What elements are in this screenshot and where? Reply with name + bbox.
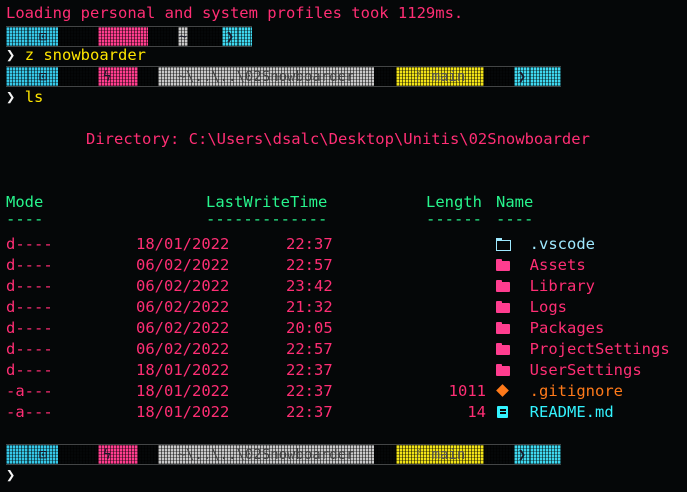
entry-date: 06/02/2022 (136, 319, 230, 337)
entry-name-cell[interactable]: UserSettings (496, 360, 642, 381)
entry-length (426, 360, 486, 381)
prompt-chevron-icon: ❯ (6, 466, 16, 484)
chevron-right-icon: ❯ (222, 27, 238, 46)
terminal-icon: ⊡ (28, 445, 58, 464)
chevron-right-icon: ❯ (514, 67, 530, 86)
entry-name: Assets (529, 256, 586, 274)
folder-code-icon (496, 238, 511, 251)
git-branch-icon: ᚠ (414, 446, 424, 463)
entry-date: 06/02/2022 (136, 256, 230, 274)
entry-date: 18/01/2022 (136, 361, 230, 379)
entry-name: UserSettings (529, 361, 642, 379)
entry-mode: d---- (6, 340, 53, 358)
entry-time: 22:37 (286, 382, 333, 400)
entry-length (426, 318, 486, 339)
command-line-2: ❯ ls (6, 87, 43, 108)
entry-name-cell[interactable]: .gitignore (496, 381, 623, 402)
git-branch-name: main (431, 446, 466, 463)
bolt-icon: ϟ (98, 67, 116, 86)
book-icon (496, 406, 511, 418)
entry-name-cell[interactable]: Packages (496, 318, 604, 339)
entry-mode: d---- (6, 319, 53, 337)
entry-name: Library (529, 277, 595, 295)
entry-date: 18/01/2022 (136, 235, 230, 253)
entry-name: .vscode (529, 235, 595, 253)
command-text: z snowboarder (24, 46, 147, 64)
entry-mode: d---- (6, 298, 53, 316)
folder-icon (496, 343, 511, 355)
header-length-underline: ------ (426, 210, 482, 228)
diamond-icon (496, 385, 511, 397)
entry-name: .gitignore (529, 382, 623, 400)
header-lastwritetime-underline: ------------- (206, 210, 328, 228)
terminal-icon: ⊡ (28, 27, 58, 46)
profile-load-message: Loading personal and system profiles too… (6, 4, 464, 22)
entry-date: 18/01/2022 (136, 403, 230, 421)
input-line[interactable]: ❯ (6, 465, 15, 486)
entry-length (426, 297, 486, 318)
entry-time: 20:05 (286, 319, 333, 337)
entry-name: ProjectSettings (529, 340, 670, 358)
entry-name-cell[interactable]: README.md (496, 402, 614, 423)
entry-time: 22:37 (286, 403, 333, 421)
folder-icon (496, 259, 511, 271)
directory-label: Directory: C:\Users\dsalc\Desktop\Unitis… (86, 130, 590, 148)
entry-name: Logs (529, 298, 567, 316)
entry-mode: -a--- (6, 403, 53, 421)
entry-mode: d---- (6, 235, 53, 253)
entry-date: 18/01/2022 (136, 382, 230, 400)
entry-date: 06/02/2022 (136, 277, 230, 295)
entry-mode: d---- (6, 361, 53, 379)
terminal-icon: ⊡ (28, 67, 58, 86)
entry-mode: d---- (6, 277, 53, 295)
folder-icon (496, 301, 511, 313)
folder-icon (496, 280, 511, 292)
git-branch-segment: ᚠ main (396, 445, 484, 464)
entry-length (426, 255, 486, 276)
entry-length: 1011 (448, 382, 486, 400)
folder-icon (496, 364, 511, 376)
entry-date: 06/02/2022 (136, 340, 230, 358)
prompt-chevron-icon: ❯ (6, 46, 16, 64)
entry-mode: d---- (6, 256, 53, 274)
entry-length: 14 (467, 403, 486, 421)
entry-name-cell[interactable]: ProjectSettings (496, 339, 670, 360)
entry-name-cell[interactable]: .vscode (496, 234, 595, 255)
terminal-window[interactable]: Loading personal and system profiles too… (0, 0, 687, 492)
entry-time: 22:37 (286, 235, 333, 253)
path-segment: ~\..\..\02Snowboarder (158, 67, 374, 86)
chevron-right-icon: ❯ (514, 445, 530, 464)
entry-length (426, 339, 486, 360)
header-mode-underline: ---- (6, 210, 44, 228)
entry-length (426, 234, 486, 255)
prompt-bar-initial: ⊡ ~ ❯ (6, 26, 252, 47)
prompt-chevron-icon: ❯ (6, 88, 16, 106)
entry-name: README.md (529, 403, 614, 421)
entry-name-cell[interactable]: Library (496, 276, 595, 297)
command-text: ls (24, 88, 44, 106)
entry-name-cell[interactable]: Assets (496, 255, 586, 276)
path-segment: ~\..\..\02Snowboarder (158, 445, 374, 464)
prompt-bar-1: ⊡ ϟ ~\..\..\02Snowboarder ᚠ main ❯ (6, 66, 561, 87)
git-branch-segment: ᚠ main (396, 67, 484, 86)
command-line-1: ❯ z snowboarder (6, 45, 146, 66)
entry-name: Packages (529, 319, 605, 337)
git-branch-icon: ᚠ (414, 68, 424, 85)
header-name-underline: ---- (496, 210, 534, 228)
entry-mode: -a--- (6, 382, 53, 400)
entry-name-cell[interactable]: Logs (496, 297, 567, 318)
git-branch-name: main (431, 68, 466, 85)
entry-time: 22:57 (286, 340, 333, 358)
entry-length (426, 276, 486, 297)
entry-time: 22:57 (286, 256, 333, 274)
entry-time: 23:42 (286, 277, 333, 295)
path-segment: ~ (178, 27, 188, 46)
bolt-icon: ϟ (98, 445, 116, 464)
prompt-bar-2: ⊡ ϟ ~\..\..\02Snowboarder ᚠ main ❯ (6, 444, 561, 465)
entry-date: 06/02/2022 (136, 298, 230, 316)
folder-icon (496, 322, 511, 334)
entry-time: 21:32 (286, 298, 333, 316)
entry-time: 22:37 (286, 361, 333, 379)
